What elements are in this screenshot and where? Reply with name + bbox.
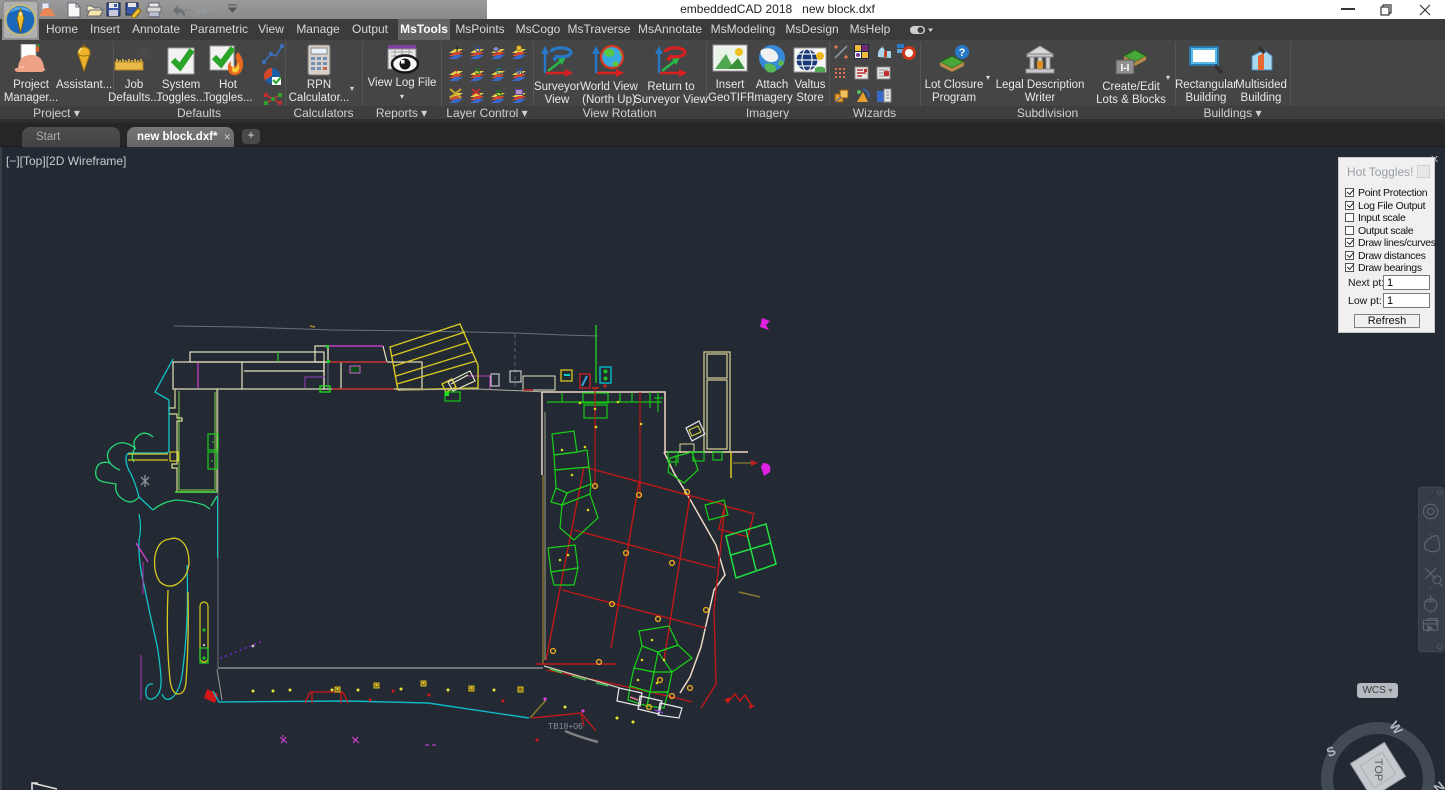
- svg-text:S: S: [475, 67, 481, 76]
- svg-text:I: I: [456, 45, 458, 54]
- svg-text:C: C: [496, 67, 502, 76]
- svg-text:I‑I: I‑I: [1121, 63, 1130, 74]
- svg-text:U: U: [475, 45, 481, 54]
- svg-text:G: G: [496, 89, 502, 98]
- svg-text:M: M: [516, 67, 523, 76]
- svg-text:!: !: [455, 67, 458, 76]
- svg-text:?: ?: [959, 47, 966, 59]
- svg-text:TB18+06: TB18+06: [548, 721, 583, 731]
